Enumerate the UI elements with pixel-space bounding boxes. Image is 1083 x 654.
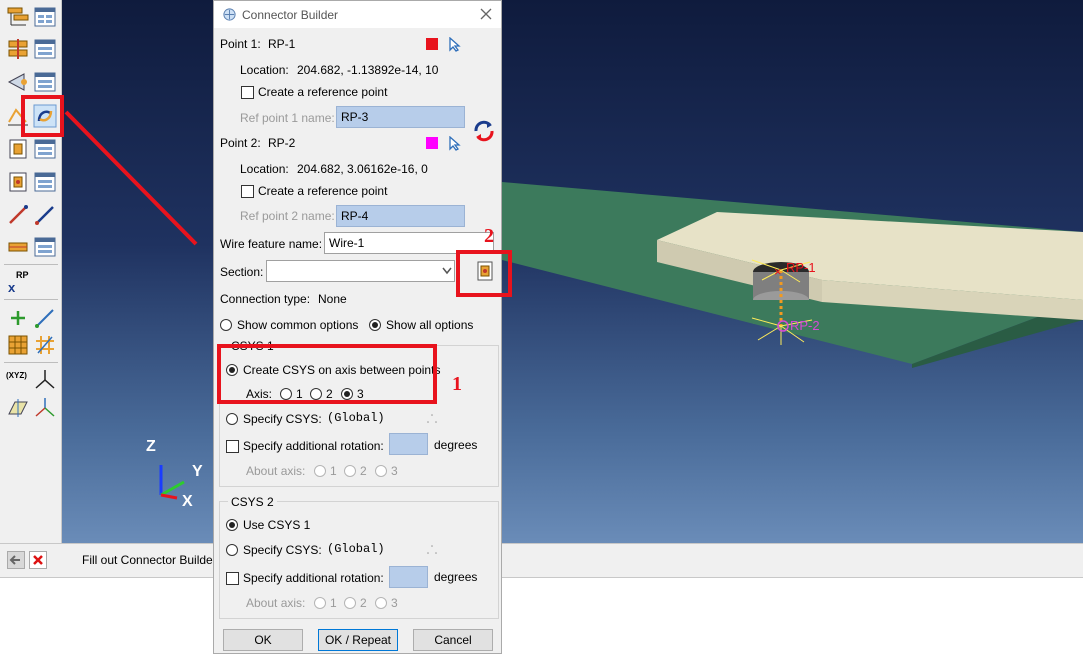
csys1-about-axis-label: About axis: bbox=[246, 464, 306, 478]
xyz-label: (XYZ) bbox=[6, 371, 27, 380]
csys2-about-3-radio[interactable] bbox=[375, 597, 387, 609]
csys1-additional-rotation-label: Specify additional rotation: bbox=[243, 439, 384, 453]
show-all-options-radio[interactable] bbox=[369, 319, 381, 331]
point1-color-swatch bbox=[426, 38, 438, 50]
ref-point1-name-input[interactable]: RP-3 bbox=[336, 106, 465, 128]
use-csys1-label: Use CSYS 1 bbox=[243, 518, 311, 532]
csys2-rotation-input[interactable] bbox=[389, 566, 428, 588]
svg-text:x: x bbox=[8, 280, 16, 294]
csys1-about-1-label: 1 bbox=[330, 464, 337, 478]
connection-type-label: Connection type: bbox=[220, 292, 311, 306]
csys1-about-3-radio[interactable] bbox=[375, 465, 387, 477]
rp2-label: RP-2 bbox=[790, 318, 820, 333]
partition-cell-icon[interactable] bbox=[33, 333, 57, 357]
csys1-about-1-radio[interactable] bbox=[314, 465, 326, 477]
point2-create-ref-label: Create a reference point bbox=[258, 184, 388, 198]
section-label: Section: bbox=[220, 265, 264, 279]
csys1-pick-csys-icon[interactable] bbox=[426, 412, 438, 424]
rp1-label: RP-1 bbox=[786, 260, 816, 275]
annotation-section-highlight bbox=[456, 250, 512, 297]
ref-point2-name-input[interactable]: RP-4 bbox=[336, 205, 465, 227]
point2-value: RP-2 bbox=[268, 136, 296, 150]
triad-y-label: Y bbox=[192, 463, 203, 480]
triad-z-label: Z bbox=[146, 438, 156, 455]
csys2-about-1-label: 1 bbox=[330, 596, 337, 610]
toolbox-divider bbox=[4, 362, 58, 363]
csys2-specify-csys-radio[interactable] bbox=[226, 544, 238, 556]
show-common-options-label: Show common options bbox=[237, 318, 359, 332]
pick-point2-icon[interactable] bbox=[448, 136, 462, 151]
pick-point1-icon[interactable] bbox=[448, 37, 462, 52]
app-window: x RP (XYZ) × RP-1 RP-2 Z Y X Fill out Co… bbox=[0, 0, 1083, 654]
csys1-csys-value: (Global) bbox=[327, 411, 385, 425]
swap-points-icon[interactable] bbox=[472, 119, 496, 143]
datum-plane-icon[interactable] bbox=[6, 396, 30, 420]
cancel-procedure-button[interactable] bbox=[29, 551, 47, 569]
toolbox-divider bbox=[4, 299, 58, 300]
prompt-area: Fill out Connector Builder dialog bbox=[0, 543, 1083, 577]
datum-axis-icon[interactable] bbox=[33, 306, 57, 330]
datum-point-icon[interactable] bbox=[6, 306, 30, 330]
csys1-about-2-radio[interactable] bbox=[344, 465, 356, 477]
annotation-number-1: 1 bbox=[452, 373, 462, 395]
csys-triad-icon[interactable] bbox=[33, 368, 57, 392]
csys2-specify-csys-label: Specify CSYS: bbox=[243, 543, 322, 557]
rp1-marker: × bbox=[774, 264, 782, 279]
csys1-rotation-input[interactable] bbox=[389, 433, 428, 455]
csys2-csys-value: (Global) bbox=[327, 542, 385, 556]
message-area bbox=[0, 577, 1083, 654]
csys1-additional-rotation-checkbox[interactable] bbox=[226, 440, 239, 453]
annotation-arrow bbox=[64, 110, 198, 246]
ok-button[interactable]: OK bbox=[223, 629, 303, 651]
csys2-about-3-label: 3 bbox=[391, 596, 398, 610]
csys2-additional-rotation-checkbox[interactable] bbox=[226, 572, 239, 585]
partition-face-icon[interactable] bbox=[6, 333, 30, 357]
csys1-about-2-label: 2 bbox=[360, 464, 367, 478]
point1-location-value: 204.682, -1.13892e-14, 10 bbox=[297, 63, 439, 77]
csys2-additional-rotation-label: Specify additional rotation: bbox=[243, 571, 384, 585]
ok-repeat-button[interactable]: OK / Repeat bbox=[318, 629, 398, 651]
triad-y-axis bbox=[160, 480, 185, 497]
csys1-specify-csys-label: Specify CSYS: bbox=[243, 412, 322, 426]
csys2-title: CSYS 2 bbox=[228, 495, 277, 509]
point2-color-swatch bbox=[426, 137, 438, 149]
csys1-degrees-label: degrees bbox=[434, 438, 478, 452]
toolbox-divider bbox=[4, 264, 58, 265]
reference-point-icon[interactable]: x RP bbox=[6, 270, 30, 294]
close-icon bbox=[33, 555, 43, 565]
triad-x-axis bbox=[160, 493, 178, 500]
use-csys1-radio[interactable] bbox=[226, 519, 238, 531]
annotation-csys-highlight bbox=[217, 344, 437, 404]
point1-value: RP-1 bbox=[268, 37, 296, 51]
csys2-about-2-label: 2 bbox=[360, 596, 367, 610]
csys2-pick-csys-icon[interactable] bbox=[426, 543, 438, 555]
csys2-about-axis-label: About axis: bbox=[246, 596, 306, 610]
csys2-about-2-radio[interactable] bbox=[344, 597, 356, 609]
csys-rotate-icon[interactable] bbox=[33, 396, 57, 420]
close-icon[interactable] bbox=[480, 8, 492, 20]
annotation-number-2: 2 bbox=[484, 225, 494, 247]
rp-label: RP bbox=[16, 270, 29, 280]
section-select[interactable] bbox=[266, 260, 455, 282]
triad-x-label: X bbox=[182, 493, 193, 510]
csys1-about-3-label: 3 bbox=[391, 464, 398, 478]
back-button[interactable] bbox=[7, 551, 25, 569]
csys2-about-1-radio[interactable] bbox=[314, 597, 326, 609]
back-arrow-icon bbox=[9, 555, 20, 565]
csys2-degrees-label: degrees bbox=[434, 570, 478, 584]
cancel-button[interactable]: Cancel bbox=[413, 629, 493, 651]
show-all-options-label: Show all options bbox=[386, 318, 474, 332]
show-common-options-radio[interactable] bbox=[220, 319, 232, 331]
csys1-specify-csys-radio[interactable] bbox=[226, 413, 238, 425]
chevron-down-icon bbox=[442, 267, 452, 275]
datum-csys-icon[interactable]: (XYZ) bbox=[6, 368, 30, 392]
connection-type-value: None bbox=[318, 292, 347, 306]
point2-location-value: 204.682, 3.06162e-16, 0 bbox=[297, 162, 428, 176]
point1-create-ref-label: Create a reference point bbox=[258, 85, 388, 99]
